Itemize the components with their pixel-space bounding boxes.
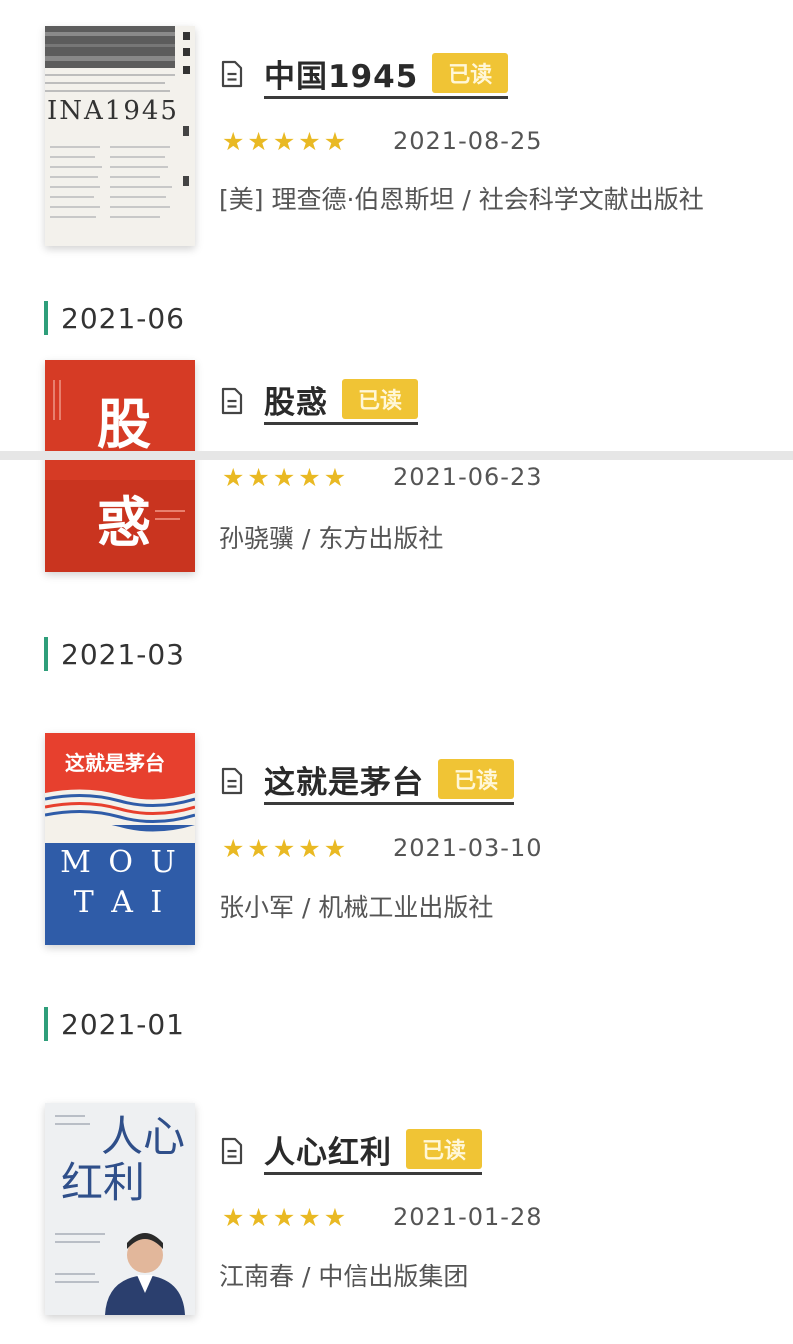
month-header: 2021-01 — [44, 1007, 185, 1041]
document-icon — [221, 387, 243, 415]
read-date: 2021-01-28 — [393, 1203, 543, 1231]
month-label: 2021-01 — [61, 1007, 185, 1041]
star-icon: ★ — [247, 127, 270, 156]
author-publisher: [美] 理查德·伯恩斯坦 / 社会科学文献出版社 — [219, 185, 704, 214]
cover-char-bottom: 惑 — [97, 490, 151, 554]
cover-char-top: 股 — [97, 392, 151, 456]
star-icon: ★ — [298, 127, 321, 156]
book-cover[interactable]: 人心 红利 — [45, 1103, 195, 1315]
rating-stars: ★ ★ ★ ★ ★ — [222, 836, 346, 861]
cover-title: INA1945 — [47, 96, 179, 126]
read-badge: 已读 — [406, 1129, 483, 1169]
star-icon: ★ — [272, 463, 296, 492]
book-title: 人心红利 — [264, 1134, 392, 1171]
book-cover[interactable]: 股 惑 — [45, 360, 195, 572]
book-title: 股惑 — [264, 384, 328, 421]
cover-title: 这就是茅台 — [65, 751, 165, 775]
rating-stars: ★ ★ ★ ★ ★ — [222, 465, 346, 490]
author-publisher: 孙骁骥 / 东方出版社 — [219, 524, 444, 553]
read-date: 2021-03-10 — [393, 834, 543, 862]
cover-latin-line2: T A I — [73, 885, 167, 920]
star-icon: ★ — [222, 834, 245, 863]
star-icon: ★ — [222, 463, 245, 492]
book-title-link[interactable]: 中国1945 已读 — [264, 52, 509, 99]
read-badge: 已读 — [438, 759, 515, 799]
star-icon: ★ — [323, 463, 347, 492]
star-icon: ★ — [222, 127, 245, 156]
book-cover[interactable]: 这就是茅台 M O U T A I — [45, 733, 195, 945]
star-icon: ★ — [247, 463, 270, 492]
author-publisher: 江南春 / 中信出版集团 — [219, 1262, 469, 1291]
read-date: 2021-06-23 — [393, 463, 543, 491]
book-title: 中国1945 — [264, 58, 419, 95]
month-header: 2021-03 — [44, 637, 185, 671]
read-badge: 已读 — [342, 379, 419, 419]
document-icon — [221, 60, 243, 88]
accent-bar — [44, 637, 48, 671]
star-icon: ★ — [272, 834, 296, 863]
month-header: 2021-06 — [44, 301, 185, 335]
book-cover[interactable]: INA1945 — [45, 26, 195, 246]
cover-latin-line1: M O U — [60, 845, 180, 880]
month-label: 2021-03 — [61, 637, 185, 671]
cover-title-line2: 红利 — [61, 1158, 146, 1207]
book-title: 这就是茅台 — [264, 764, 424, 801]
book-title-link[interactable]: 人心红利 已读 — [264, 1128, 483, 1175]
star-icon: ★ — [247, 834, 270, 863]
star-icon: ★ — [323, 1203, 347, 1232]
divider — [0, 451, 793, 460]
book-title-link[interactable]: 股惑 已读 — [264, 378, 419, 425]
document-icon — [221, 1137, 243, 1165]
accent-bar — [44, 1007, 48, 1041]
star-icon: ★ — [247, 1203, 270, 1232]
accent-bar — [44, 301, 48, 335]
book-title-link[interactable]: 这就是茅台 已读 — [264, 758, 515, 805]
rating-stars: ★ ★ ★ ★ ★ — [222, 1205, 346, 1230]
star-icon: ★ — [298, 463, 321, 492]
author-publisher: 张小军 / 机械工业出版社 — [219, 893, 494, 922]
read-date: 2021-08-25 — [393, 127, 543, 155]
cover-art — [45, 26, 190, 218]
document-icon — [221, 767, 243, 795]
month-label: 2021-06 — [61, 301, 185, 335]
star-icon: ★ — [272, 1203, 296, 1232]
read-badge: 已读 — [432, 53, 509, 93]
star-icon: ★ — [323, 127, 347, 156]
star-icon: ★ — [272, 127, 296, 156]
star-icon: ★ — [222, 1203, 245, 1232]
star-icon: ★ — [298, 834, 321, 863]
star-icon: ★ — [298, 1203, 321, 1232]
rating-stars: ★ ★ ★ ★ ★ — [222, 129, 346, 154]
star-icon: ★ — [323, 834, 347, 863]
